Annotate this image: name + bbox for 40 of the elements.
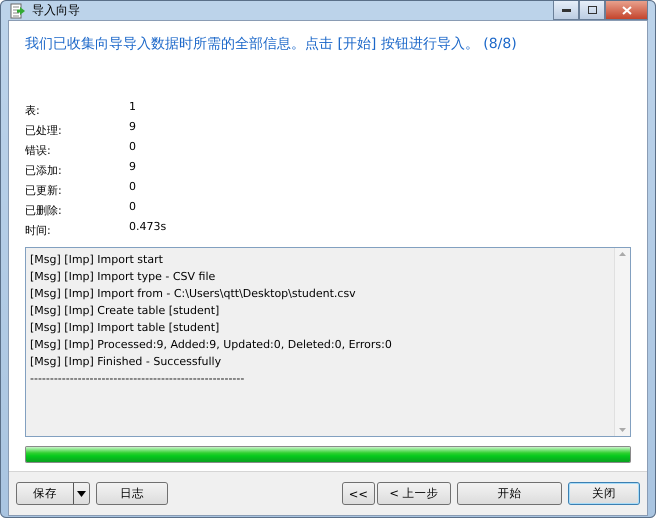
minimize-button[interactable] <box>553 1 579 20</box>
close-dialog-button[interactable]: 关闭 <box>568 482 640 505</box>
maximize-button[interactable] <box>579 1 605 20</box>
stat-value: 0 <box>129 139 137 155</box>
wizard-heading: 我们已收集向导导入数据时所需的全部信息。点击 [开始] 按钮进行导入。 (8/8) <box>25 35 518 53</box>
stat-value: 1 <box>129 99 137 115</box>
scrollbar[interactable] <box>614 248 630 436</box>
maximize-icon <box>588 6 596 14</box>
first-step-button[interactable]: << <box>342 482 375 505</box>
stat-label: 已添加: <box>25 163 63 179</box>
save-button[interactable]: 保存 <box>16 482 90 505</box>
stat-value: 0 <box>129 179 137 195</box>
back-button[interactable]: < 上一步 <box>377 482 451 505</box>
stat-value: 9 <box>129 159 137 175</box>
log-line: [Msg] [Imp] Processed:9, Added:9, Updated:0, Deleted:0, Errors:0 <box>30 337 393 353</box>
log-button[interactable]: 日志 <box>96 482 168 505</box>
log-line: [Msg] [Imp] Import type - CSV file <box>30 269 216 285</box>
caret-icon <box>77 490 86 496</box>
log-line: [Msg] [Imp] Create table [student] <box>30 303 220 319</box>
scroll-down-icon <box>619 428 626 432</box>
window-title: 导入向导 <box>32 2 80 19</box>
log-line: [Msg] [Imp] Import table [student] <box>30 320 220 336</box>
scroll-up-icon <box>619 252 626 256</box>
close-icon <box>622 6 632 14</box>
log-line: [Msg] [Imp] Finished - Successfully <box>30 354 222 370</box>
stat-label: 已处理: <box>25 123 63 139</box>
stat-value: 0.473s <box>129 219 168 235</box>
close-button[interactable] <box>605 1 648 20</box>
log-line: ------------------------------------------------------ <box>30 371 246 387</box>
start-button[interactable]: 开始 <box>457 482 562 505</box>
log-line: [Msg] [Imp] Import start <box>30 252 164 268</box>
log-line: [Msg] [Imp] Import from - C:\Users\qtt\Desktop\student.csv <box>30 286 357 302</box>
stat-label: 已更新: <box>25 183 63 199</box>
stat-label: 表: <box>25 103 41 119</box>
stat-label: 时间: <box>25 223 52 239</box>
stat-label: 已删除: <box>25 203 63 219</box>
stat-value: 9 <box>129 119 137 135</box>
minimize-icon <box>562 8 570 12</box>
stat-value: 0 <box>129 199 137 215</box>
stat-label: 错误: <box>25 143 52 159</box>
